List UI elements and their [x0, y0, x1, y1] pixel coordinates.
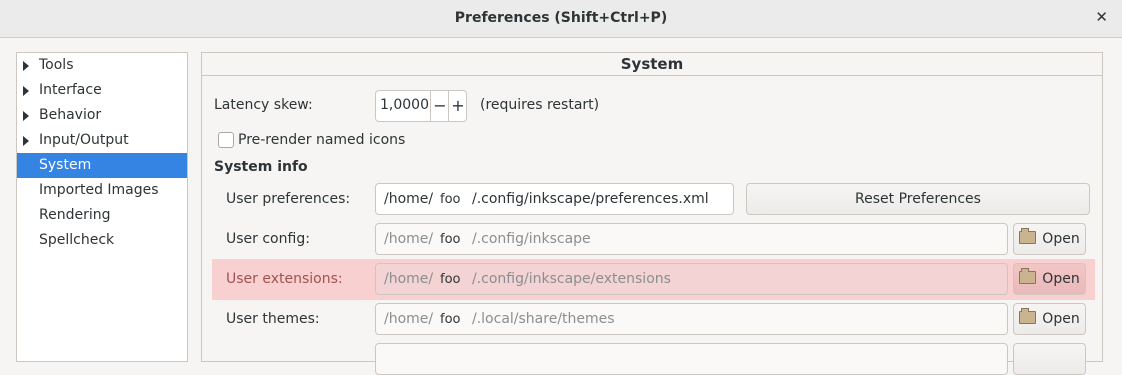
tree-item-rendering[interactable]: Rendering — [17, 203, 187, 228]
user-themes-label: User themes: — [226, 311, 320, 327]
user-config-field[interactable]: /home/ foo /.config/inkscape — [375, 223, 1008, 255]
tree-item-interface[interactable]: Interface — [17, 78, 187, 103]
tree-item-imported-images[interactable]: Imported Images — [17, 178, 187, 203]
user-preferences-label: User preferences: — [226, 191, 351, 207]
user-preferences-field[interactable]: /home/ foo /.config/inkscape/preferences… — [375, 183, 734, 215]
expand-arrow-icon[interactable] — [23, 61, 29, 71]
expand-arrow-icon[interactable] — [23, 111, 29, 121]
tree-item-spellcheck[interactable]: Spellcheck — [17, 228, 187, 253]
requires-restart-note: (requires restart) — [480, 97, 600, 113]
preferences-tree: Tools Interface Behavior Input/Output Sy… — [16, 52, 188, 362]
prerender-icons-label[interactable]: Pre-render named icons — [238, 132, 405, 148]
decrement-button[interactable]: − — [430, 91, 449, 121]
title-bar: Preferences (Shift+Ctrl+P) ✕ — [0, 0, 1122, 38]
open-config-button[interactable]: Open — [1013, 223, 1086, 255]
user-extensions-field[interactable]: /home/ foo /.config/inkscape/extensions — [375, 263, 1008, 295]
user-themes-field[interactable]: /home/ foo /.local/share/themes — [375, 303, 1008, 335]
latency-skew-label: Latency skew: — [214, 97, 313, 113]
window-title: Preferences (Shift+Ctrl+P) — [454, 10, 668, 26]
system-info-heading: System info — [214, 159, 308, 175]
tree-item-input-output[interactable]: Input/Output — [17, 128, 187, 153]
next-path-field[interactable] — [375, 343, 1008, 375]
user-extensions-label: User extensions: — [226, 271, 343, 287]
tree-item-tools[interactable]: Tools — [17, 53, 187, 78]
expand-arrow-icon[interactable] — [23, 86, 29, 96]
tree-item-system[interactable]: System — [17, 153, 187, 178]
open-extensions-button[interactable]: Open — [1013, 263, 1086, 295]
panel-title: System — [202, 53, 1102, 76]
latency-skew-value[interactable]: 1,0000 — [380, 97, 429, 113]
folder-icon — [1019, 268, 1037, 284]
tree-item-behavior[interactable]: Behavior — [17, 103, 187, 128]
close-icon[interactable]: ✕ — [1095, 8, 1108, 26]
increment-button[interactable]: + — [448, 91, 467, 121]
user-config-label: User config: — [226, 231, 310, 247]
folder-icon — [1019, 228, 1037, 244]
folder-icon — [1019, 308, 1037, 324]
prerender-icons-checkbox[interactable] — [218, 132, 234, 148]
expand-arrow-icon[interactable] — [23, 136, 29, 146]
next-open-button[interactable] — [1013, 343, 1086, 375]
reset-preferences-button[interactable]: Reset Preferences — [746, 183, 1090, 215]
open-themes-button[interactable]: Open — [1013, 303, 1086, 335]
latency-skew-spinner[interactable]: 1,0000 − + — [375, 90, 467, 122]
